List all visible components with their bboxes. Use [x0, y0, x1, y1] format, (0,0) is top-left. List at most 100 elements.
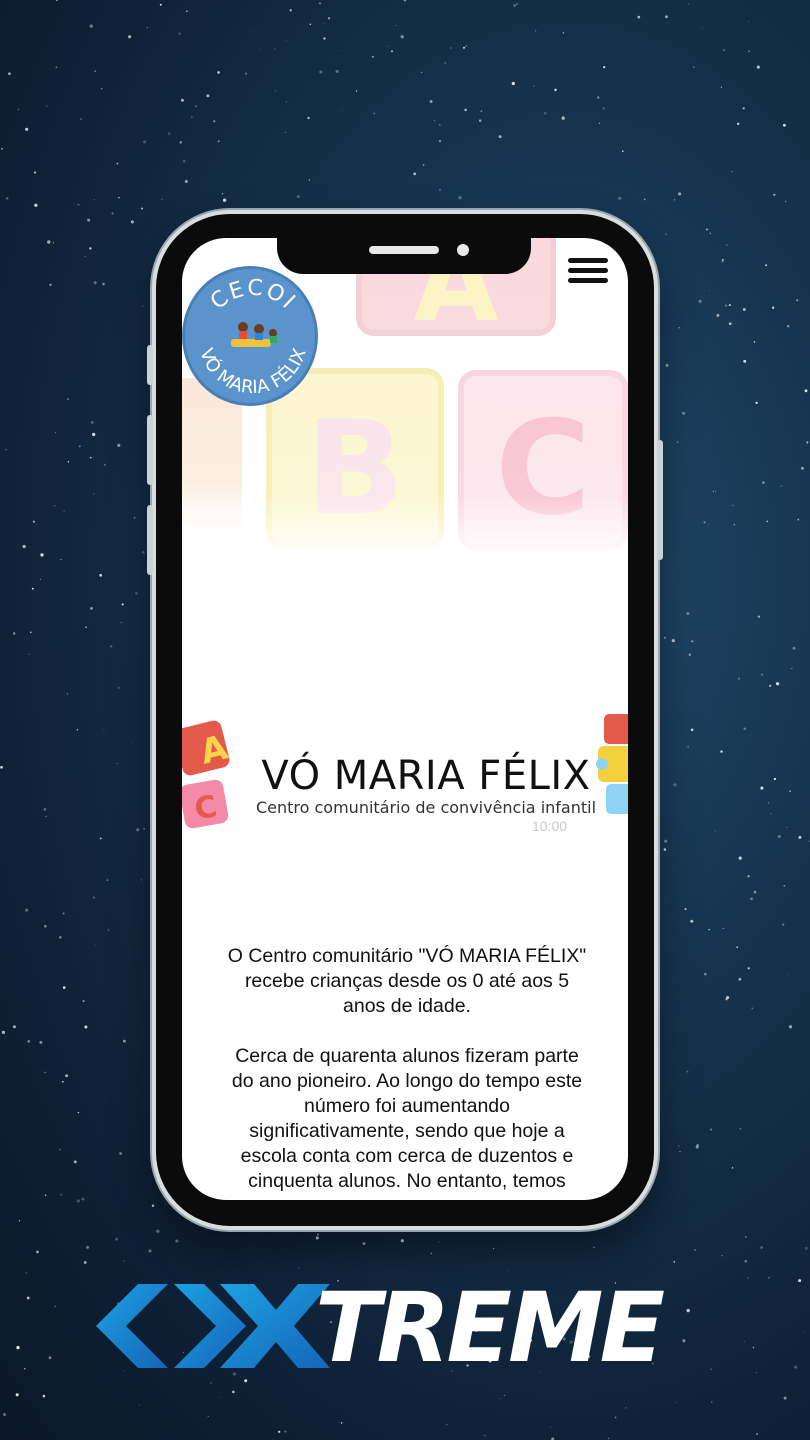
star — [664, 636, 666, 639]
star — [724, 304, 728, 307]
star — [102, 282, 105, 286]
star — [789, 790, 791, 792]
star — [36, 1250, 39, 1254]
star — [100, 87, 103, 90]
star — [323, 37, 326, 40]
star — [517, 92, 519, 93]
star — [222, 198, 227, 202]
star — [120, 621, 122, 624]
star — [806, 441, 809, 444]
star — [93, 199, 95, 200]
star — [698, 299, 702, 303]
star — [44, 924, 47, 928]
star — [499, 1398, 501, 1400]
star — [309, 23, 312, 26]
star — [533, 85, 535, 87]
star — [791, 668, 793, 669]
star — [62, 1080, 64, 1083]
star — [747, 875, 750, 878]
star — [25, 1272, 28, 1274]
star — [30, 631, 32, 634]
star — [54, 431, 57, 433]
star — [87, 218, 91, 222]
star — [56, 0, 58, 2]
star — [708, 928, 711, 931]
star — [748, 1018, 750, 1019]
star — [794, 1365, 798, 1369]
phone-camera — [457, 244, 469, 256]
star — [722, 927, 724, 929]
star — [116, 162, 119, 165]
logo-text-top: CECOI — [206, 276, 299, 315]
star — [662, 388, 664, 390]
star — [140, 879, 142, 881]
star — [54, 1305, 56, 1307]
star — [16, 1345, 20, 1350]
star — [207, 1415, 209, 1417]
star — [421, 71, 423, 73]
star — [221, 192, 224, 195]
star — [738, 977, 742, 981]
star — [164, 1203, 166, 1205]
star — [637, 15, 641, 19]
star — [484, 1434, 486, 1436]
star — [195, 105, 197, 107]
star — [728, 304, 731, 307]
star — [721, 1255, 723, 1257]
star — [185, 10, 188, 13]
star — [804, 389, 808, 393]
star — [148, 1249, 152, 1253]
star — [561, 116, 565, 120]
star — [732, 504, 734, 507]
star — [62, 986, 66, 989]
star — [703, 521, 706, 524]
svg-text:CECOI: CECOI — [206, 276, 301, 315]
star — [111, 212, 114, 215]
star — [444, 62, 447, 64]
star — [103, 463, 106, 466]
star — [731, 171, 733, 173]
star — [285, 131, 287, 133]
brand-time: 10:00 — [532, 818, 568, 834]
star — [562, 32, 565, 34]
star — [13, 632, 16, 635]
xtreme-chevron-icon — [96, 1284, 330, 1368]
star — [121, 603, 124, 606]
star — [168, 132, 171, 135]
star — [678, 192, 682, 196]
star — [450, 47, 452, 49]
star — [796, 299, 799, 302]
star — [688, 653, 692, 656]
star — [434, 120, 436, 122]
star — [178, 32, 182, 35]
cecoi-logo[interactable]: CECOI VÓ MARIA FÉLIX — [182, 266, 318, 406]
hero-banner: A B C CECOI VÓ MARIA FÉLIX — [182, 238, 628, 558]
star — [792, 646, 796, 650]
star — [25, 908, 29, 912]
star — [73, 1160, 77, 1164]
brand-subtitle: Centro comunitário de convivência infant… — [255, 798, 597, 817]
star — [85, 626, 87, 629]
star — [92, 432, 96, 437]
xtreme-logo: TREME — [90, 1280, 770, 1376]
star — [464, 108, 467, 112]
star — [602, 107, 605, 110]
star — [743, 727, 746, 730]
menu-icon[interactable] — [568, 258, 608, 288]
star — [90, 421, 94, 424]
star — [117, 443, 121, 447]
star — [786, 826, 788, 828]
star — [446, 1424, 448, 1426]
star — [1, 1030, 6, 1035]
phone-mute-button — [147, 345, 153, 385]
star — [465, 45, 468, 48]
star — [682, 411, 686, 415]
star — [760, 673, 764, 676]
star — [89, 456, 92, 459]
star — [132, 741, 134, 743]
star — [665, 15, 668, 19]
star — [744, 1236, 747, 1238]
star — [493, 1247, 495, 1249]
star — [726, 244, 728, 246]
star — [673, 1260, 676, 1263]
